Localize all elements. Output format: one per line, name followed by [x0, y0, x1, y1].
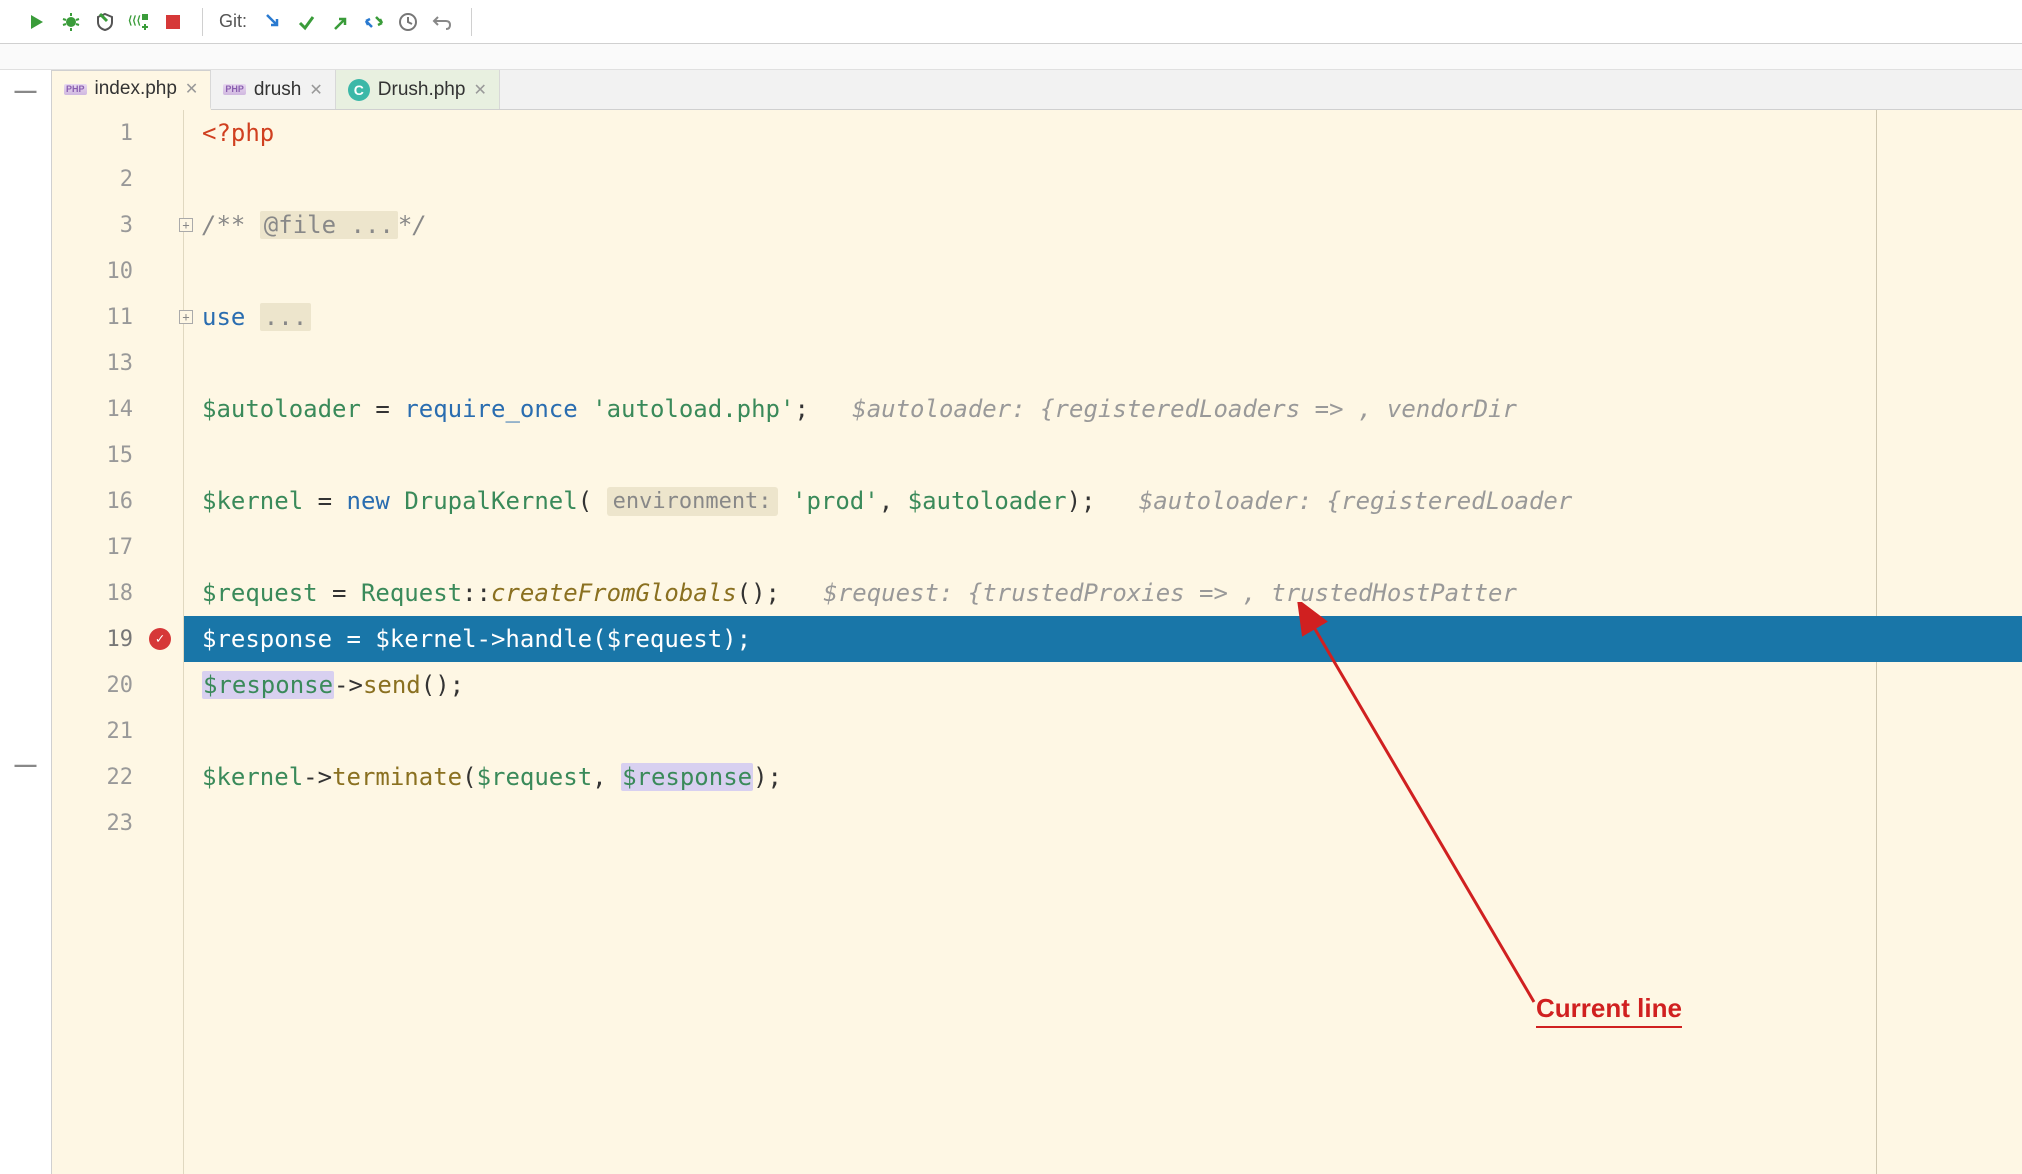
tab-label: Drush.php — [378, 79, 466, 101]
toolbar-separator — [202, 8, 203, 36]
main-toolbar: ⟨⟨⟨ Git: — [0, 0, 2022, 44]
line-number[interactable]: 16 — [52, 478, 183, 524]
profile-icon[interactable]: ⟨⟨⟨ — [124, 7, 154, 37]
code-line — [202, 340, 2022, 386]
editor-wrap: PHP index.php ✕ PHP drush ✕ C Drush.php … — [52, 70, 2022, 1174]
line-number[interactable]: 14 — [52, 386, 183, 432]
code-line-current: $response = $kernel->handle($request); — [184, 616, 2022, 662]
left-sidebar: — — — [0, 70, 52, 1174]
line-number[interactable]: 22 — [52, 754, 183, 800]
coverage-icon[interactable] — [90, 7, 120, 37]
git-history-icon[interactable] — [393, 7, 423, 37]
code-line: $autoloader = require_once 'autoload.php… — [202, 386, 2022, 432]
annotation-label: Current line — [1536, 993, 1682, 1028]
git-push-icon[interactable] — [325, 7, 355, 37]
code-area[interactable]: <?php /** @file ...*/ use ... $autoloade… — [184, 110, 2022, 1174]
git-commit-icon[interactable] — [291, 7, 321, 37]
code-line: <?php — [202, 110, 2022, 156]
svg-text:⟨⟨⟨: ⟨⟨⟨ — [128, 15, 141, 27]
stop-icon[interactable] — [158, 7, 188, 37]
tabs-bar: PHP index.php ✕ PHP drush ✕ C Drush.php … — [52, 70, 2022, 110]
toolbar-separator — [471, 8, 472, 36]
main-row: — — PHP index.php ✕ PHP drush ✕ C Drush.… — [0, 70, 2022, 1174]
tab-drush-php[interactable]: C Drush.php ✕ — [336, 70, 500, 109]
code-line: $response->send(); — [202, 662, 2022, 708]
run-icon[interactable] — [22, 7, 52, 37]
php-file-icon: PHP — [223, 84, 246, 95]
close-icon[interactable]: ✕ — [185, 79, 198, 99]
debug-icon[interactable] — [56, 7, 86, 37]
line-number[interactable]: 3+ — [52, 202, 183, 248]
tab-drush[interactable]: PHP drush ✕ — [211, 70, 335, 109]
gutter: 1 2 3+ 10 11+ 13 14 15 16 17 18 19 20 21… — [52, 110, 184, 1174]
collapse-icon[interactable]: — — [15, 78, 37, 104]
tab-index-php[interactable]: PHP index.php ✕ — [52, 70, 211, 110]
code-line — [202, 524, 2022, 570]
close-icon[interactable]: ✕ — [473, 80, 486, 100]
line-number[interactable]: 13 — [52, 340, 183, 386]
tab-label: index.php — [95, 78, 177, 100]
line-number[interactable]: 1 — [52, 110, 183, 156]
line-number[interactable]: 2 — [52, 156, 183, 202]
line-number[interactable]: 19 — [52, 616, 183, 662]
code-line: /** @file ...*/ — [202, 202, 2022, 248]
git-rollback-icon[interactable] — [427, 7, 457, 37]
editor-area[interactable]: 1 2 3+ 10 11+ 13 14 15 16 17 18 19 20 21… — [52, 110, 2022, 1174]
code-line — [202, 156, 2022, 202]
line-number[interactable]: 20 — [52, 662, 183, 708]
code-line: $request = Request::createFromGlobals();… — [202, 570, 2022, 616]
class-file-icon: C — [348, 79, 370, 101]
code-line — [202, 432, 2022, 478]
line-number[interactable]: 17 — [52, 524, 183, 570]
spacer-bar — [0, 44, 2022, 70]
line-number[interactable]: 11+ — [52, 294, 183, 340]
code-line — [202, 708, 2022, 754]
line-number[interactable]: 10 — [52, 248, 183, 294]
git-fetch-icon[interactable] — [359, 7, 389, 37]
git-label: Git: — [219, 11, 247, 32]
php-file-icon: PHP — [64, 84, 87, 95]
tab-label: drush — [254, 79, 302, 101]
collapse-icon[interactable]: — — [15, 752, 37, 778]
git-update-icon[interactable] — [257, 7, 287, 37]
breakpoint-icon[interactable] — [149, 628, 171, 650]
line-number[interactable]: 15 — [52, 432, 183, 478]
code-line — [202, 248, 2022, 294]
line-number[interactable]: 23 — [52, 800, 183, 846]
line-number[interactable]: 18 — [52, 570, 183, 616]
close-icon[interactable]: ✕ — [309, 80, 322, 100]
line-number[interactable]: 21 — [52, 708, 183, 754]
code-line: $kernel->terminate($request, $response); — [202, 754, 2022, 800]
code-line: use ... — [202, 294, 2022, 340]
code-line: $kernel = new DrupalKernel( environment:… — [202, 478, 2022, 524]
code-line — [202, 800, 2022, 846]
